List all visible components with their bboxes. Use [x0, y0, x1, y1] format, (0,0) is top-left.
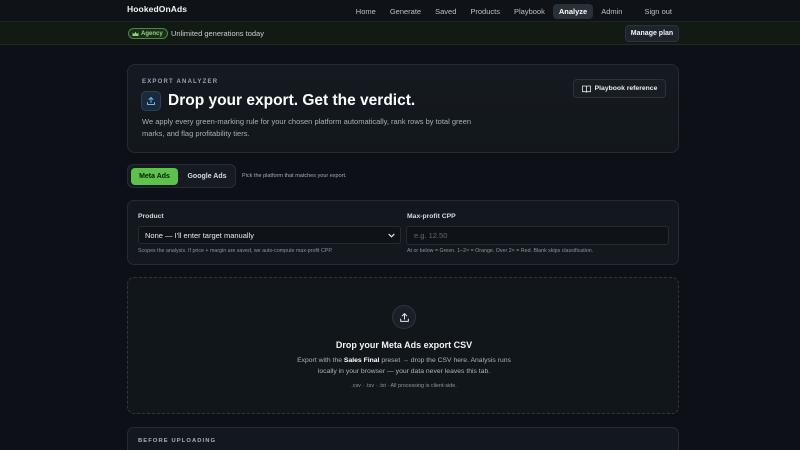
plan-badge-label: Agency: [141, 30, 163, 37]
dropzone-description: Export with the Sales Final preset → dro…: [297, 357, 511, 375]
plan-badge: Agency: [128, 28, 168, 39]
nav-links: Home Generate Saved Products Playbook An…: [348, 0, 800, 22]
hero-eyebrow: EXPORT ANALYZER: [142, 79, 219, 85]
upload-icon: [392, 305, 416, 329]
nav-home[interactable]: Home: [350, 4, 382, 19]
brand-logo[interactable]: HookedOnAds: [127, 4, 187, 14]
nav-generate[interactable]: Generate: [384, 4, 427, 19]
cpp-label: Max-profit CPP: [407, 213, 456, 220]
book-icon: [581, 85, 591, 93]
product-label: Product: [138, 213, 164, 220]
nav-admin[interactable]: Admin: [595, 4, 628, 19]
plan-bar: Agency Unlimited generations today: [0, 22, 800, 45]
playbook-reference-label: Playbook reference: [594, 85, 658, 92]
plan-status-text: Unlimited generations today: [171, 29, 264, 38]
manage-plan-button[interactable]: Manage plan: [625, 25, 679, 42]
platform-meta-ads[interactable]: Meta Ads: [131, 168, 178, 185]
csv-dropzone[interactable]: Drop your Meta Ads export CSV Export wit…: [127, 277, 679, 414]
playbook-reference-button[interactable]: Playbook reference: [573, 79, 666, 98]
settings-card: Product None — I'll enter target manuall…: [127, 200, 679, 265]
top-navbar: HookedOnAds Home Generate Saved Products…: [0, 0, 800, 22]
preset-name: Sales Final: [343, 357, 380, 364]
upload-icon: [141, 91, 161, 111]
chevron-down-icon: [388, 233, 395, 238]
nav-saved[interactable]: Saved: [429, 4, 462, 19]
cpp-hint: At or below = Green. 1–2× = Orange. Over…: [407, 248, 594, 254]
nav-products[interactable]: Products: [464, 4, 506, 19]
platform-google-ads[interactable]: Google Ads: [181, 168, 233, 185]
platform-hint: Pick the platform that matches your expo…: [242, 173, 347, 179]
product-select[interactable]: None — I'll enter target manually: [138, 226, 401, 244]
platform-toggle: Meta Ads Google Ads: [127, 164, 236, 188]
page-title: Drop your export. Get the verdict.: [168, 92, 416, 109]
hero-description: We apply every green-marking rule for yo…: [142, 117, 472, 138]
hero-card: EXPORT ANALYZER Drop your export. Get th…: [127, 64, 679, 153]
sign-out-button[interactable]: Sign out: [638, 4, 678, 19]
cpp-input[interactable]: e.g. 12.50: [406, 226, 669, 245]
product-hint: Scopes the analysis. If price + margin a…: [138, 248, 333, 254]
crown-icon: [132, 31, 139, 36]
product-select-value: None — I'll enter target manually: [145, 230, 254, 240]
before-uploading-title: BEFORE UPLOADING: [138, 438, 217, 444]
nav-playbook[interactable]: Playbook: [508, 4, 551, 19]
nav-analyze[interactable]: Analyze: [552, 3, 594, 19]
dropzone-file-types: .csv · .tsv · .txt · All processing is c…: [351, 383, 457, 389]
dropzone-title: Drop your Meta Ads export CSV: [335, 340, 473, 350]
before-uploading-card: BEFORE UPLOADING: [127, 427, 679, 450]
